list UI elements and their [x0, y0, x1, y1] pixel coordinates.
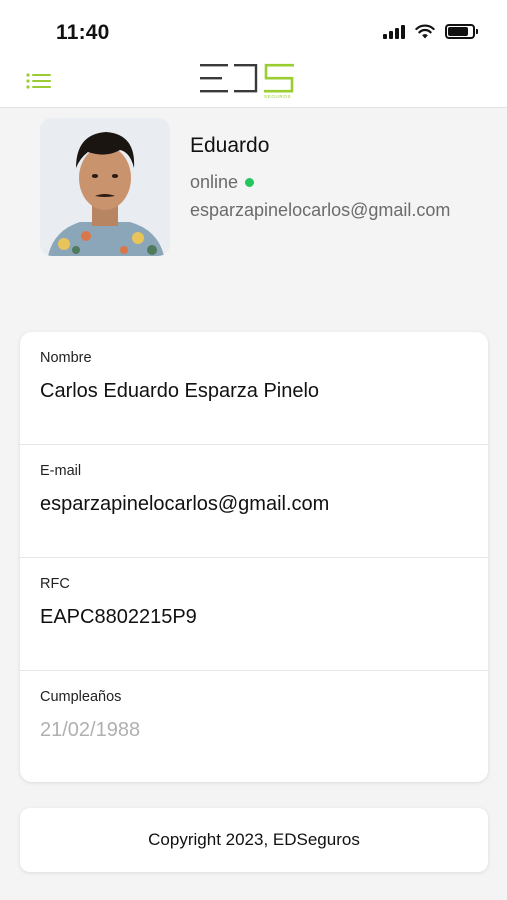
info-value: EAPC8802215P9	[40, 606, 197, 628]
profile-section: Eduardo online esparzapinelocarlos@gmail…	[0, 108, 507, 308]
info-value: 21/02/1988	[40, 719, 141, 741]
info-row-cumpleanos: Cumpleaños 21/02/1988	[20, 671, 488, 784]
info-value: esparzapinelocarlos@gmail.com	[40, 493, 330, 515]
online-indicator-icon	[245, 178, 255, 187]
profile-email: esparzapinelocarlos@gmail.com	[190, 200, 451, 220]
status-time: 11:40	[56, 21, 110, 44]
info-row-email: E-mail esparzapinelocarlos@gmail.com	[20, 445, 488, 558]
hamburger-menu-icon[interactable]	[26, 72, 52, 90]
info-card: Nombre Carlos Eduardo Esparza Pinelo E-m…	[20, 332, 488, 782]
wifi-icon	[415, 24, 435, 39]
info-label: RFC	[40, 576, 70, 592]
avatar-photo	[40, 118, 170, 256]
profile-status: online	[190, 172, 255, 193]
copyright-text: Copyright 2023, EDSeguros	[148, 830, 360, 849]
status-icons	[383, 24, 478, 39]
eds-logo: SEGUROS	[200, 63, 294, 99]
profile-name: Eduardo	[190, 134, 270, 157]
info-row-nombre: Nombre Carlos Eduardo Esparza Pinelo	[20, 332, 488, 445]
status-text: online	[190, 172, 239, 192]
footer: Copyright 2023, EDSeguros	[20, 808, 488, 872]
info-label: E-mail	[40, 463, 82, 479]
battery-icon	[445, 24, 478, 39]
logo-subtext: SEGUROS	[264, 94, 291, 99]
app-header: SEGUROS	[0, 48, 507, 108]
status-bar: 11:40	[0, 0, 507, 48]
info-row-rfc: RFC EAPC8802215P9	[20, 558, 488, 671]
avatar	[40, 118, 170, 256]
cellular-signal-icon	[383, 24, 405, 39]
info-label: Cumpleaños	[40, 689, 122, 705]
info-label: Nombre	[40, 350, 92, 366]
info-value: Carlos Eduardo Esparza Pinelo	[40, 380, 320, 402]
